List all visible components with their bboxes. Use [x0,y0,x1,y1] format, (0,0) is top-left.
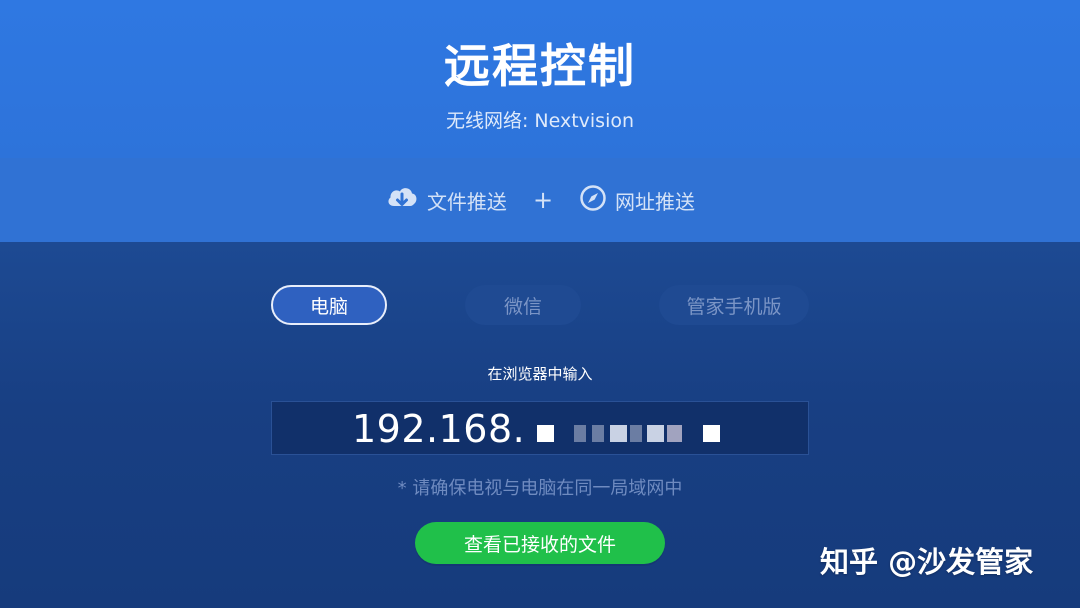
instruction-text: 在浏览器中输入 [487,365,593,383]
redaction-mark [647,425,664,442]
network-hint: * 请确保电视与电脑在同一局域网中 [397,478,683,499]
file-push-label: 文件推送 [426,189,507,214]
address-text: 192.168. [352,407,526,451]
compass-icon [579,184,615,217]
push-separator: + [532,186,554,214]
cloud-download-icon [385,184,427,217]
redaction-mark [537,425,554,442]
network-label: 无线网络: Nextvision [445,110,635,132]
tab-computer[interactable]: 电脑 [271,285,387,325]
url-push-button[interactable]: 网址推送 [579,184,695,217]
redaction-mark [592,425,604,442]
view-received-files-button[interactable]: 查看已接收的文件 [415,522,665,564]
page-title: 远程控制 [444,39,636,93]
push-bar: 文件推送 + 网址推送 [0,158,1080,242]
url-push-label: 网址推送 [615,189,696,214]
tab-manager-mobile[interactable]: 管家手机版 [659,285,809,325]
redaction-mark [703,425,720,442]
redaction-mark [667,425,682,442]
redaction-mark [574,425,586,442]
redaction-mark [630,425,642,442]
watermark: 知乎 @沙发管家 [820,545,1034,579]
file-push-button[interactable]: 文件推送 [385,184,507,217]
tab-wechat[interactable]: 微信 [465,285,581,325]
header: 远程控制 无线网络: Nextvision [0,0,1080,158]
redaction-mark [610,425,627,442]
